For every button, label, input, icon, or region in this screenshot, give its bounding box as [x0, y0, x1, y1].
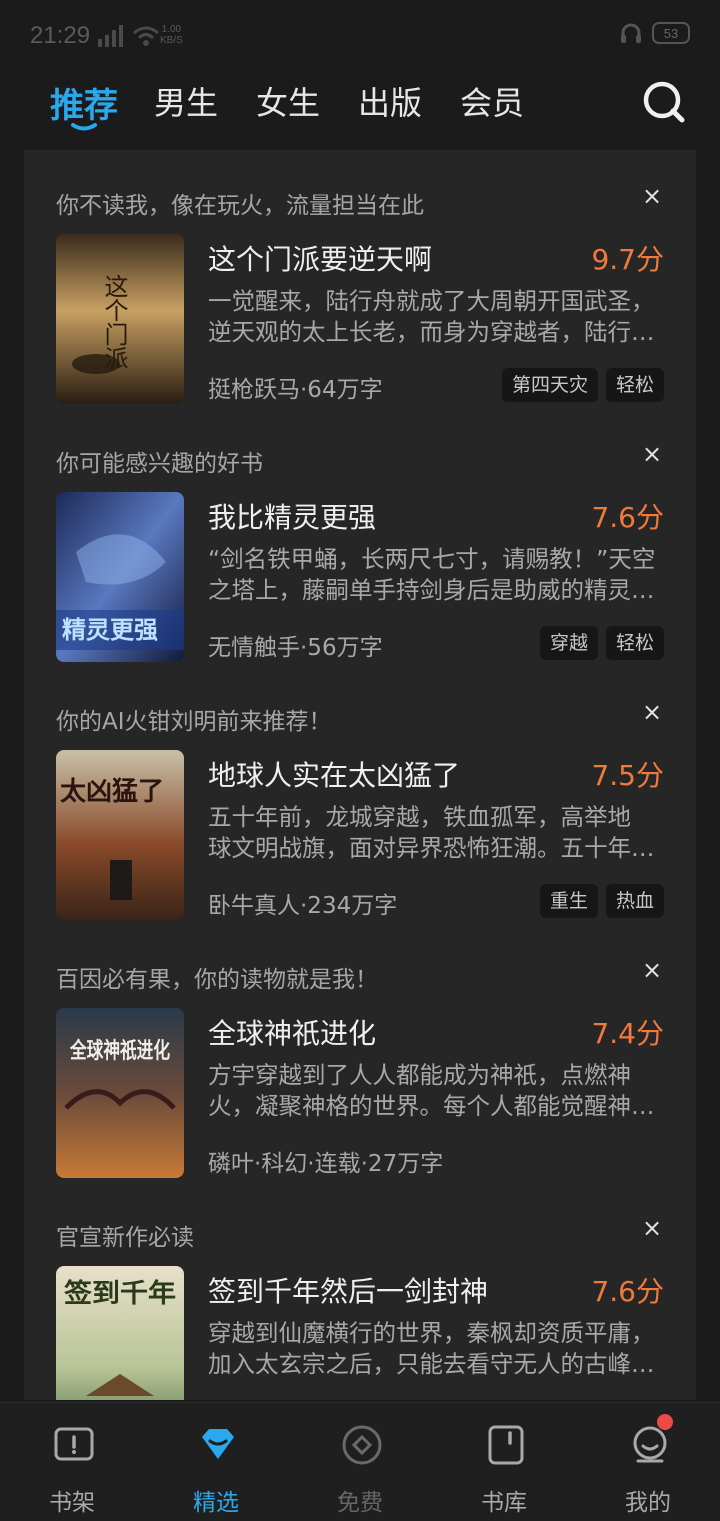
- book-title[interactable]: 全球神祇进化: [208, 1012, 376, 1052]
- tab-male[interactable]: 男生: [154, 78, 218, 124]
- book-description: 穿越到仙魔横行的世界，秦枫却资质平庸， 加入太玄宗之后，只能去看守无人的古峰…: [208, 1319, 655, 1378]
- bottom-nav-bar: 书架 精选 免费 书库 我的: [0, 1402, 720, 1521]
- nav-featured[interactable]: 精选: [156, 1403, 276, 1521]
- tab-female[interactable]: 女生: [256, 78, 320, 124]
- tab-membership[interactable]: 会员: [460, 78, 524, 124]
- notification-badge: [657, 1414, 673, 1430]
- nav-label: 我的: [625, 1490, 671, 1516]
- nav-label: 书库: [481, 1490, 527, 1516]
- library-book-icon: [488, 1425, 524, 1465]
- tab-active-indicator: [71, 123, 97, 131]
- svg-text:这个门派: 这个门派: [100, 274, 128, 370]
- book-tags: 穿越 轻松: [539, 626, 664, 660]
- recommend-reason: 你的AI火钳刘明前来推荐！: [56, 709, 332, 735]
- nav-free[interactable]: 免费: [300, 1403, 420, 1521]
- book-title[interactable]: 我比精灵更强: [208, 496, 376, 536]
- book-title[interactable]: 这个门派要逆天啊: [208, 238, 432, 278]
- featured-diamond-icon: [202, 1429, 234, 1459]
- book-score: 9.7分: [591, 243, 664, 276]
- wifi-icon: [133, 26, 159, 46]
- nav-label: 书架: [49, 1490, 95, 1516]
- book-description: 一觉醒来，陆行舟就成了大周朝开国武圣， 逆天观的太上长老，而身为穿越者，陆行…: [208, 287, 655, 346]
- battery-indicator: 53: [652, 22, 690, 44]
- signal-icon: [98, 25, 123, 47]
- recommendation-feed[interactable]: 你不读我，像在玩火，流量担当在此 × 这个门派 这个门派要逆天啊 9.7分 一觉…: [24, 150, 696, 1400]
- book-tag[interactable]: 穿越: [539, 626, 598, 660]
- book-tag[interactable]: 第四天灾: [501, 368, 598, 402]
- close-icon[interactable]: ×: [640, 958, 664, 982]
- book-score: 7.6分: [591, 501, 664, 534]
- book-tags: 重生 热血: [539, 884, 664, 918]
- book-meta: 挺枪跃马·64万字: [208, 377, 383, 403]
- book-card[interactable]: 官宣新作必读 × 签到千年 签到千年然后一剑封神 7.6分 穿越到仙魔横行的世界…: [24, 1182, 696, 1400]
- book-tag[interactable]: 轻松: [605, 368, 664, 402]
- book-cover[interactable]: 精灵更强: [56, 492, 184, 662]
- nav-label: 免费: [337, 1490, 383, 1516]
- network-speed: 1.00 KB/S: [160, 24, 183, 46]
- tab-publishing[interactable]: 出版: [358, 78, 422, 124]
- svg-text:全球神祇进化: 全球神祇进化: [69, 1038, 170, 1064]
- close-icon[interactable]: ×: [640, 442, 664, 466]
- nav-profile[interactable]: 我的: [588, 1403, 708, 1521]
- book-title[interactable]: 签到千年然后一剑封神: [208, 1270, 488, 1310]
- book-tag[interactable]: 热血: [605, 884, 664, 918]
- book-score: 7.5分: [591, 759, 664, 792]
- status-bar: 21:29 1.00 KB/S 53: [0, 0, 720, 72]
- book-cover[interactable]: 全球神祇进化: [56, 1008, 184, 1178]
- book-description: “剑名铁甲蛹，长两尺七寸，请赐教！”天空 之塔上，藤嗣单手持剑身后是助威的精灵…: [208, 545, 656, 604]
- free-coin-icon: [342, 1425, 382, 1465]
- book-card[interactable]: 你可能感兴趣的好书 × 精灵更强 我比精灵更强 7.6分 “剑名铁甲蛹，长两尺七…: [24, 408, 696, 666]
- nav-bookshelf[interactable]: 书架: [12, 1403, 132, 1521]
- book-tag[interactable]: 重生: [539, 884, 598, 918]
- book-cover[interactable]: 签到千年: [56, 1266, 184, 1400]
- book-title[interactable]: 地球人实在太凶猛了: [208, 754, 460, 794]
- bookshelf-icon: [54, 1427, 94, 1461]
- search-icon[interactable]: [640, 78, 688, 126]
- headphones-icon: [621, 23, 641, 43]
- top-tab-bar: 推荐 男生 女生 出版 会员: [0, 72, 720, 150]
- svg-text:太凶猛了: 太凶猛了: [60, 777, 164, 807]
- recommend-reason: 你不读我，像在玩火，流量担当在此: [56, 193, 424, 219]
- book-card[interactable]: 你的AI火钳刘明前来推荐！ × 太凶猛了 地球人实在太凶猛了 7.5分 五十年前…: [24, 666, 696, 924]
- book-tags: 第四天灾 轻松: [501, 368, 664, 402]
- svg-text:精灵更强: 精灵更强: [62, 616, 158, 644]
- book-description: 方宇穿越到了人人都能成为神祇，点燃神 火，凝聚神格的世界。每个人都能觉醒神…: [208, 1061, 655, 1120]
- book-description: 五十年前，龙城穿越，铁血孤军，高举地 球文明战旗，面对异界恐怖狂潮。五十年…: [208, 803, 655, 862]
- recommend-reason: 你可能感兴趣的好书: [56, 451, 263, 477]
- book-meta: 卧牛真人·234万字: [208, 893, 398, 919]
- recommend-reason: 百因必有果，你的读物就是我！: [56, 967, 378, 993]
- recommend-reason: 官宣新作必读: [56, 1225, 194, 1251]
- book-card[interactable]: 百因必有果，你的读物就是我！ × 全球神祇进化 全球神祇进化 7.4分 方宇穿越…: [24, 924, 696, 1182]
- status-left-icons: [96, 22, 160, 50]
- tab-recommend[interactable]: 推荐: [50, 78, 118, 127]
- svg-text:签到千年: 签到千年: [64, 1278, 176, 1309]
- book-cover[interactable]: 太凶猛了: [56, 750, 184, 920]
- book-score: 7.6分: [591, 1275, 664, 1308]
- close-icon[interactable]: ×: [640, 184, 664, 208]
- book-meta: 磷叶·科幻·连载·27万字: [208, 1151, 444, 1177]
- nav-label: 精选: [193, 1490, 239, 1516]
- book-cover[interactable]: 这个门派: [56, 234, 184, 404]
- book-meta: 无情触手·56万字: [208, 635, 383, 661]
- close-icon[interactable]: ×: [640, 700, 664, 724]
- status-time: 21:29: [30, 22, 91, 49]
- close-icon[interactable]: ×: [640, 1216, 664, 1240]
- book-card[interactable]: 你不读我，像在玩火，流量担当在此 × 这个门派 这个门派要逆天啊 9.7分 一觉…: [24, 150, 696, 408]
- book-score: 7.4分: [591, 1017, 664, 1050]
- status-right-icons: 53: [620, 22, 690, 44]
- nav-library[interactable]: 书库: [444, 1403, 564, 1521]
- book-tag[interactable]: 轻松: [605, 626, 664, 660]
